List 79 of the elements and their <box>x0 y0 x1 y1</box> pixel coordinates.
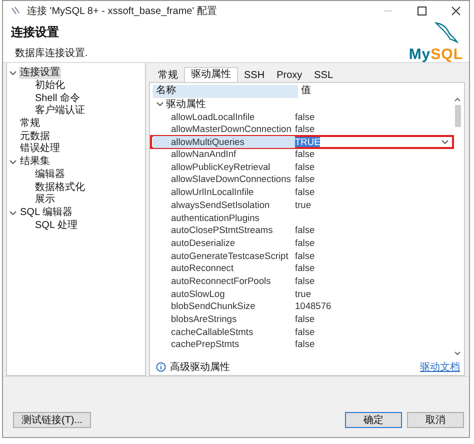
property-value: false <box>295 187 315 198</box>
page-subtitle: 数据库连接设置. <box>14 46 88 60</box>
property-value: false <box>295 124 315 134</box>
test-connection-button[interactable]: 测试链接(T)... <box>13 412 91 428</box>
property-name[interactable]: blobsAreStrings <box>153 313 295 326</box>
tab[interactable]: SSH <box>238 69 271 82</box>
tree-item[interactable]: 编辑器 <box>34 168 66 181</box>
property-name[interactable]: allowNanAndInf <box>153 148 295 160</box>
mysql-logo: MySQL <box>408 47 463 62</box>
column-header[interactable]: 值 <box>298 85 453 98</box>
property-name[interactable]: allowMasterDownConnection <box>153 123 295 136</box>
tree-item[interactable]: 客户端认证 <box>34 105 86 118</box>
window-title: 连接 'MySQL 8+ - xssoft_base_frame' 配置 <box>27 4 217 18</box>
tab[interactable]: 常规 <box>152 69 184 82</box>
property-name[interactable]: autoReconnect <box>153 262 295 274</box>
app-icon <box>11 6 21 16</box>
maximize-icon[interactable] <box>417 6 427 16</box>
tree-item[interactable]: 常规 <box>19 118 41 130</box>
property-value: true <box>295 288 312 299</box>
property-value: false <box>295 326 315 337</box>
chevron-icon[interactable] <box>9 69 17 78</box>
property-name[interactable]: autoDeserialize <box>153 236 295 249</box>
ok-button[interactable]: 确定 <box>345 412 402 428</box>
tree-item[interactable]: 展示 <box>34 194 56 206</box>
property-name[interactable]: autoReconnectForPools <box>153 274 295 287</box>
tree-item[interactable]: Shell 命令 <box>34 92 82 105</box>
docs-link[interactable]: 驱动文档 <box>420 360 460 374</box>
property-value: false <box>295 238 315 248</box>
property-name[interactable]: autoClosePStmtStreams <box>153 224 295 236</box>
property-name[interactable]: allowPublicKeyRetrieval <box>153 160 295 173</box>
property-name[interactable]: blobSendChunkSize <box>153 300 295 312</box>
property-name[interactable]: allowSlaveDownConnections <box>153 173 295 186</box>
property-name[interactable]: allowLoadLocalInfile <box>153 110 295 123</box>
tab[interactable]: SSL <box>308 69 340 82</box>
info-note: 高级驱动属性 <box>170 360 230 374</box>
property-value: false <box>295 314 315 324</box>
property-value: false <box>295 112 315 122</box>
property-value: false <box>295 162 315 172</box>
tree-item[interactable]: 初始化 <box>34 80 66 92</box>
scroll-down-icon[interactable] <box>454 350 461 356</box>
property-value: false <box>295 250 315 261</box>
property-name[interactable]: authenticationPlugins <box>153 212 295 224</box>
tree-item[interactable]: 错误处理 <box>19 143 61 156</box>
tree-item[interactable]: 结果集 <box>19 156 51 168</box>
property-value: 1048576 <box>295 301 332 312</box>
tree-item[interactable]: SQL 处理 <box>34 220 78 232</box>
property-name[interactable]: allowMultiQueries <box>153 136 295 148</box>
tree-item[interactable]: 连接设置 <box>19 67 61 80</box>
tree-item[interactable]: 元数据 <box>19 130 51 143</box>
chevron-icon[interactable] <box>9 158 17 166</box>
dropdown-icon[interactable] <box>441 138 449 146</box>
tab[interactable]: 驱动属性 <box>184 67 238 82</box>
scroll-thumb[interactable] <box>454 105 460 127</box>
info-icon <box>156 362 166 372</box>
property-value: false <box>295 263 315 274</box>
property-name[interactable]: autoGenerateTestcaseScript <box>153 250 295 262</box>
property-name[interactable]: cachePrepStmts <box>153 338 295 350</box>
column-header[interactable]: 名称 <box>153 85 298 98</box>
chevron-icon[interactable] <box>156 100 164 108</box>
tree-item[interactable]: SQL 编辑器 <box>19 206 74 219</box>
property-value: false <box>295 276 315 286</box>
page-title: 连接设置 <box>11 24 60 41</box>
property-name[interactable]: autoSlowLog <box>153 288 295 300</box>
property-name[interactable]: allowUrlInLocalInfile <box>153 186 295 198</box>
property-value: false <box>295 149 315 160</box>
property-value: false <box>295 339 315 350</box>
property-value: TRUE <box>295 136 320 147</box>
property-name[interactable]: alwaysSendSetIsolation <box>153 198 295 211</box>
property-value: false <box>295 174 315 184</box>
cancel-button[interactable]: 取消 <box>407 412 464 428</box>
property-value: false <box>295 225 315 236</box>
property-name[interactable]: cacheCallableStmts <box>153 326 295 338</box>
close-icon[interactable] <box>451 6 461 16</box>
group-label: 驱动属性 <box>166 98 206 112</box>
tree-item[interactable]: 数据格式化 <box>34 182 86 194</box>
property-value: true <box>295 200 312 210</box>
tab[interactable]: Proxy <box>270 69 308 82</box>
scroll-up-icon[interactable] <box>454 97 461 103</box>
chevron-icon[interactable] <box>9 208 17 217</box>
